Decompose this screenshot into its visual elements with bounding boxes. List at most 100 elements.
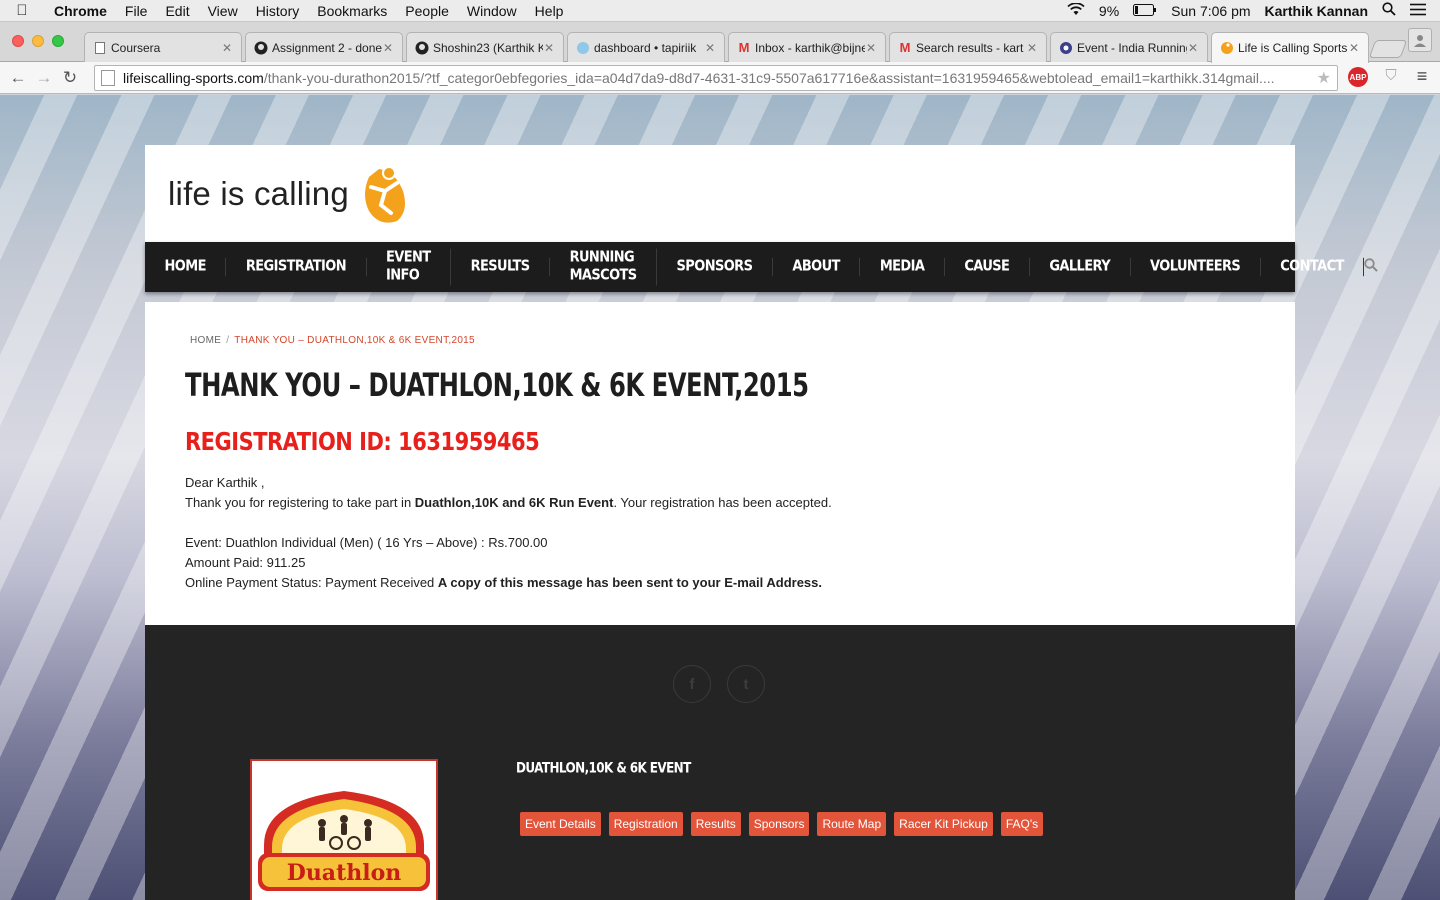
github-icon: [415, 41, 429, 55]
nav-about[interactable]: ABOUT: [773, 257, 861, 277]
back-arrow-icon[interactable]: ←: [5, 68, 31, 88]
close-tab-icon[interactable]: ✕: [1348, 41, 1360, 55]
close-tab-icon[interactable]: ✕: [543, 41, 555, 55]
twitter-icon[interactable]: t: [727, 665, 765, 703]
window-controls: [12, 35, 64, 47]
menu-view[interactable]: View: [199, 3, 247, 19]
macos-menubar:  Chrome File Edit View History Bookmark…: [0, 0, 1440, 22]
faqs-button[interactable]: FAQ's: [1000, 812, 1044, 836]
confirmation-message: Dear Karthik , Thank you for registering…: [185, 473, 1255, 593]
site-logo-text[interactable]: life is calling: [168, 175, 349, 213]
site-container: life is calling HOME REGISTRATION EVENT …: [145, 145, 1379, 900]
menu-edit[interactable]: Edit: [156, 3, 198, 19]
reload-icon[interactable]: ↻: [57, 68, 83, 88]
close-window-button[interactable]: [12, 35, 24, 47]
menu-bookmarks[interactable]: Bookmarks: [308, 3, 396, 19]
tab-inbox[interactable]: M Inbox - karthik@bijne ✕: [728, 32, 886, 62]
social-links: f t: [673, 665, 765, 703]
nav-contact[interactable]: CONTACT: [1261, 257, 1365, 277]
nav-sponsors[interactable]: SPONSORS: [657, 257, 773, 277]
nav-media[interactable]: MEDIA: [860, 257, 945, 277]
event-details-button[interactable]: Event Details: [520, 812, 601, 836]
adblock-plus-icon[interactable]: ABP: [1348, 67, 1368, 87]
racer-kit-pickup-button[interactable]: Racer Kit Pickup: [894, 812, 993, 836]
close-tab-icon[interactable]: ✕: [221, 41, 233, 55]
event-name: Duathlon,10K and 6K Run Event: [414, 495, 614, 510]
site-header: life is calling: [145, 145, 1295, 242]
nav-event-info[interactable]: EVENT INFO: [367, 248, 452, 286]
tab-life-is-calling[interactable]: Life is Calling Sports ✕: [1211, 32, 1369, 63]
github-icon: [254, 41, 268, 55]
thanks-text: Thank you for registering to take part i…: [185, 495, 832, 510]
site-logo-icon[interactable]: [359, 161, 407, 227]
duathlon-logo[interactable]: Duathlon: [250, 759, 438, 900]
menu-file[interactable]: File: [116, 3, 157, 19]
bookmark-star-icon[interactable]: ★: [1317, 68, 1337, 88]
url-host: lifeiscalling-sports.com: [123, 70, 264, 86]
tab-coursera[interactable]: Coursera ✕: [84, 32, 242, 62]
close-tab-icon[interactable]: ✕: [865, 41, 877, 55]
results-button[interactable]: Results: [690, 812, 741, 836]
battery-icon[interactable]: [1133, 3, 1157, 19]
minimize-window-button[interactable]: [32, 35, 44, 47]
duathlon-logo-text: Duathlon: [287, 860, 402, 886]
event-details-text: Event: Duathlon Individual (Men) ( 16 Yr…: [185, 535, 548, 550]
address-bar[interactable]: lifeiscalling-sports.com/thank-you-durat…: [94, 65, 1338, 91]
url-path: /thank-you-durathon2015/?tf_categor0ebfe…: [263, 70, 1275, 86]
apple-menu-icon[interactable]: : [0, 2, 44, 19]
battery-percent: 9%: [1098, 2, 1120, 19]
tab-india-running[interactable]: Event - India Running ✕: [1050, 32, 1208, 62]
registration-button[interactable]: Registration: [608, 812, 683, 836]
tab-tapiriik[interactable]: dashboard • tapiriik ✕: [567, 32, 725, 62]
zoom-window-button[interactable]: [52, 35, 64, 47]
nav-gallery[interactable]: GALLERY: [1030, 257, 1131, 277]
browser-toolbar: ← → ↻ lifeiscalling-sports.com/thank-you…: [0, 62, 1440, 94]
route-map-button[interactable]: Route Map: [817, 812, 887, 836]
tab-shoshin23[interactable]: Shoshin23 (Karthik K ✕: [406, 32, 564, 62]
close-tab-icon[interactable]: ✕: [382, 41, 394, 55]
close-tab-icon[interactable]: ✕: [1187, 41, 1199, 55]
footer-event-title: DUATHLON,10K & 6K EVENT: [516, 760, 691, 777]
nav-volunteers[interactable]: VOLUNTEERS: [1131, 257, 1261, 277]
footer-event-links: Event Details Registration Results Spons…: [520, 812, 1044, 836]
page-viewport: life is calling HOME REGISTRATION EVENT …: [0, 95, 1440, 900]
nav-results[interactable]: RESULTS: [451, 257, 551, 277]
menu-help[interactable]: Help: [526, 3, 573, 19]
email-copy-notice: A copy of this message has been sent to …: [437, 575, 822, 590]
menu-window[interactable]: Window: [458, 3, 526, 19]
breadcrumb-current: THANK YOU – DUATHLON,10K & 6K EVENT,2015: [234, 335, 475, 346]
gmail-icon: M: [899, 40, 911, 55]
chrome-menu-icon[interactable]: ≡: [1412, 66, 1432, 87]
gmail-icon: M: [738, 40, 750, 55]
breadcrumb-separator: /: [226, 335, 230, 346]
close-tab-icon[interactable]: ✕: [1026, 41, 1038, 55]
menu-history[interactable]: History: [247, 3, 309, 19]
nav-cause[interactable]: CAUSE: [945, 257, 1030, 277]
nav-home[interactable]: HOME: [145, 257, 227, 277]
nav-registration[interactable]: REGISTRATION: [226, 257, 367, 277]
page-info-icon[interactable]: [101, 70, 115, 86]
menu-app-chrome[interactable]: Chrome: [44, 3, 116, 19]
notification-center-icon[interactable]: [1410, 3, 1426, 19]
facebook-icon[interactable]: f: [673, 665, 711, 703]
user-name[interactable]: Karthik Kannan: [1265, 3, 1368, 19]
forward-arrow-icon[interactable]: →: [31, 68, 57, 88]
tab-assignment[interactable]: Assignment 2 - done ✕: [245, 32, 403, 62]
site-footer: f t Duathlon DUATHLON,10K & 6K EVENT Eve…: [145, 625, 1295, 900]
close-tab-icon[interactable]: ✕: [704, 41, 716, 55]
tab-search-results[interactable]: M Search results - kart ✕: [889, 32, 1047, 62]
main-navigation: HOME REGISTRATION EVENT INFO RESULTS RUN…: [145, 242, 1379, 292]
profile-icon[interactable]: [1408, 28, 1432, 52]
menu-people[interactable]: People: [396, 3, 458, 19]
spotlight-search-icon[interactable]: [1382, 2, 1396, 19]
clock[interactable]: Sun 7:06 pm: [1171, 3, 1250, 19]
sponsors-button[interactable]: Sponsors: [748, 812, 810, 836]
search-icon[interactable]: [1364, 257, 1379, 277]
nav-running-mascots[interactable]: RUNNING MASCOTS: [550, 248, 658, 286]
amount-paid-text: Amount Paid: 911.25: [185, 555, 306, 570]
wifi-icon[interactable]: [1067, 1, 1085, 19]
new-tab-button[interactable]: [1368, 40, 1408, 58]
shield-extension-icon[interactable]: ⛉: [1382, 67, 1400, 87]
breadcrumb-home-link[interactable]: HOME: [190, 335, 221, 346]
greeting-text: Dear Karthik ,: [185, 475, 265, 490]
